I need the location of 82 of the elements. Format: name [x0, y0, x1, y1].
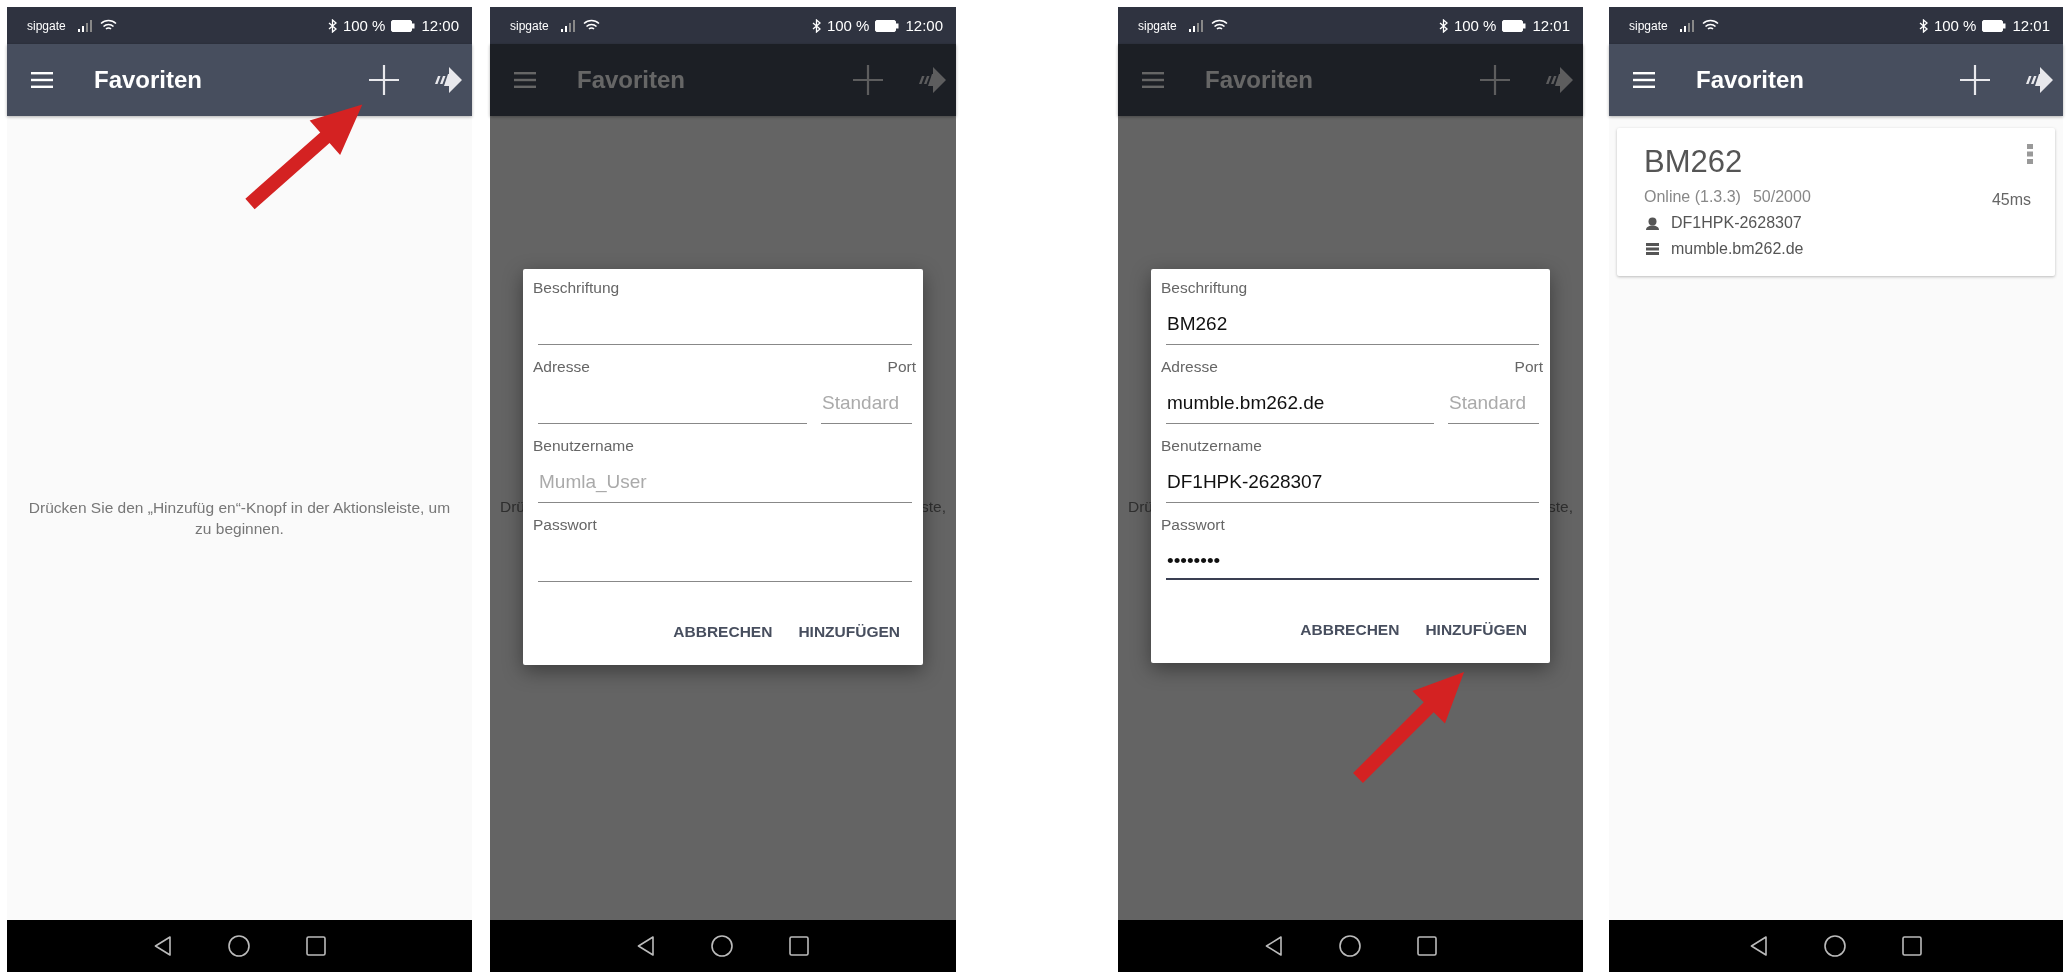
menu-icon[interactable] — [1633, 72, 1655, 88]
carrier-name: sipgate — [27, 18, 66, 33]
carrier-name: sipgate — [510, 18, 549, 33]
battery-percent: 100 % — [1933, 17, 1977, 34]
input-field[interactable]: Standard — [821, 378, 912, 424]
back-icon[interactable] — [1264, 936, 1283, 956]
clock-time: 12:00 — [905, 17, 943, 34]
battery-percent: 100 % — [342, 17, 386, 34]
recent-apps-icon[interactable] — [789, 936, 809, 956]
recent-apps-icon[interactable] — [305, 936, 326, 956]
field-label: Passwort — [533, 516, 598, 535]
menu-icon[interactable] — [31, 72, 53, 88]
server-status: Online (1.3.3) — [1644, 188, 1741, 206]
field-label: Beschriftung — [533, 279, 621, 298]
server-username: DF1HPK-2628307 — [1671, 214, 1802, 232]
add-icon[interactable] — [369, 65, 399, 95]
carrier-name: sipgate — [1629, 18, 1668, 33]
signal-icon — [1188, 19, 1205, 32]
empty-hint: Drücken Sie den „Hinzufüg en“-Knopf in der Aktionsleiste, um zu beginnen. — [27, 498, 452, 539]
wifi-icon — [99, 19, 117, 32]
wifi-icon — [1210, 19, 1228, 32]
bluetooth-icon — [327, 18, 337, 33]
app-title: Favoriten — [577, 66, 686, 94]
server-name: BM262 — [1644, 144, 1743, 180]
battery-percent: 100 % — [1453, 17, 1497, 34]
wifi-icon — [582, 19, 600, 32]
field-label: Port — [1513, 358, 1543, 377]
signal-icon — [560, 19, 577, 32]
user-count: 50/2000 — [1752, 188, 1811, 206]
field-label: Passwort — [1161, 516, 1226, 535]
input-field[interactable]: mumble.bm262.de — [1166, 378, 1434, 424]
home-icon[interactable] — [1338, 935, 1361, 957]
input-field[interactable]: Mumla_User — [538, 457, 912, 503]
battery-percent: 100 % — [826, 17, 870, 34]
server-card[interactable]: BM262 Online (1.3.3) 50/2000 45ms DF1HPK-2628307 mumble.bm262.de — [1617, 128, 2055, 276]
wifi-icon — [1701, 19, 1719, 32]
dialog-button[interactable]: HINZUFÜGEN — [1413, 609, 1539, 651]
recent-apps-icon[interactable] — [1902, 936, 1922, 956]
arrow-right-icon[interactable] — [432, 67, 462, 93]
battery-icon — [875, 19, 900, 32]
input-field[interactable]: Standard — [1448, 378, 1539, 424]
dialog-button[interactable]: ABBRECHEN — [661, 611, 785, 653]
field-label: Benutzername — [533, 437, 635, 456]
recent-apps-icon[interactable] — [1416, 936, 1437, 956]
person-icon — [1646, 216, 1659, 230]
more-options-icon[interactable] — [2027, 144, 2033, 164]
clock-time: 12:00 — [421, 17, 459, 34]
dialog-button[interactable]: HINZUFÜGEN — [786, 611, 912, 653]
battery-icon — [1502, 19, 1527, 32]
app-title: Favoriten — [1205, 66, 1314, 94]
input-field[interactable]: DF1HPK-2628307 — [1166, 457, 1539, 503]
ping-time: 45ms — [1991, 191, 2031, 209]
home-icon[interactable] — [1824, 935, 1846, 957]
field-label: Benutzername — [1161, 437, 1263, 456]
arrow-right-icon[interactable] — [2023, 67, 2053, 93]
clock-time: 12:01 — [2012, 17, 2050, 34]
field-label: Beschriftung — [1161, 279, 1249, 298]
server-address: mumble.bm262.de — [1671, 240, 1804, 258]
clock-time: 12:01 — [1532, 17, 1570, 34]
home-icon[interactable] — [227, 935, 250, 957]
signal-icon — [1679, 19, 1696, 32]
server-icon — [1646, 243, 1659, 255]
carrier-name: sipgate — [1138, 18, 1177, 33]
bluetooth-icon — [811, 18, 821, 33]
battery-icon — [1982, 19, 2007, 32]
battery-icon — [391, 19, 416, 32]
app-title: Favoriten — [94, 66, 203, 94]
signal-icon — [77, 19, 94, 32]
back-icon[interactable] — [1750, 936, 1768, 956]
back-icon[interactable] — [153, 936, 172, 956]
home-icon[interactable] — [711, 935, 733, 957]
add-icon[interactable] — [1960, 65, 1990, 95]
dialog-button[interactable]: ABBRECHEN — [1288, 609, 1412, 651]
field-label: Adresse — [1161, 358, 1219, 377]
bluetooth-icon — [1918, 18, 1928, 33]
bluetooth-icon — [1438, 18, 1448, 33]
app-title: Favoriten — [1696, 66, 1805, 94]
input-field[interactable]: •••••••• — [1166, 536, 1539, 580]
field-label: Port — [886, 358, 916, 377]
back-icon[interactable] — [637, 936, 655, 956]
input-field[interactable]: BM262 — [1166, 299, 1539, 345]
field-label: Adresse — [533, 358, 591, 377]
